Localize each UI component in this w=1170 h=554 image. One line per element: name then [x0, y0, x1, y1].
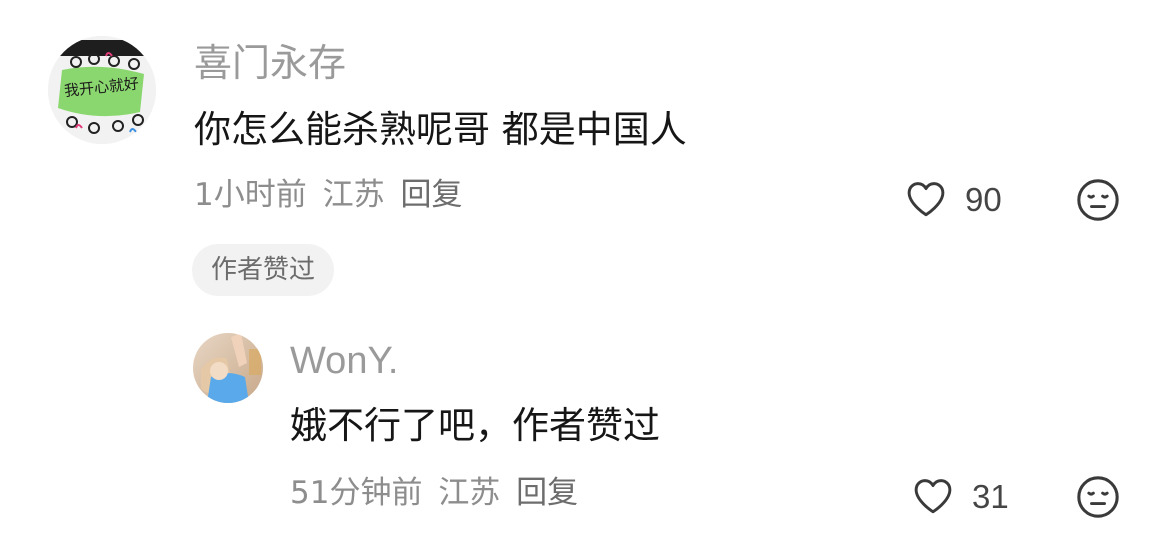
like-count: 31 [972, 478, 1009, 515]
comment-meta: 1小时前 江苏 回复 [194, 176, 462, 214]
avatar-image [193, 333, 263, 403]
comment-time: 1小时前 [194, 177, 307, 213]
comment-location: 江苏 [322, 177, 385, 213]
comment-text: 娥不行了吧，作者赞过 [290, 404, 660, 447]
comment-meta: 51分钟前 江苏 回复 [290, 474, 578, 512]
dislike-button[interactable] [1075, 177, 1121, 223]
reply-button[interactable]: 回复 [400, 177, 462, 213]
like-button[interactable] [910, 474, 956, 518]
comment-author[interactable]: 喜门永存 [194, 40, 346, 86]
neutral-face-icon [1077, 179, 1119, 221]
dislike-button[interactable] [1075, 474, 1121, 520]
avatar[interactable] [193, 333, 263, 403]
comment-time: 51分钟前 [290, 475, 423, 511]
like-button[interactable] [903, 177, 949, 221]
heart-icon [907, 182, 945, 217]
neutral-face-icon [1077, 476, 1119, 518]
reply-button[interactable]: 回复 [516, 475, 578, 511]
like-count: 90 [965, 181, 1002, 218]
comment-text: 你怎么能杀熟呢哥 都是中国人 [194, 108, 687, 151]
comment-author[interactable]: WonY. [290, 338, 398, 384]
avatar[interactable]: 我开心就好 [48, 36, 156, 144]
comment-location: 江苏 [438, 475, 501, 511]
heart-icon [914, 479, 952, 514]
author-liked-badge: 作者赞过 [192, 244, 335, 296]
